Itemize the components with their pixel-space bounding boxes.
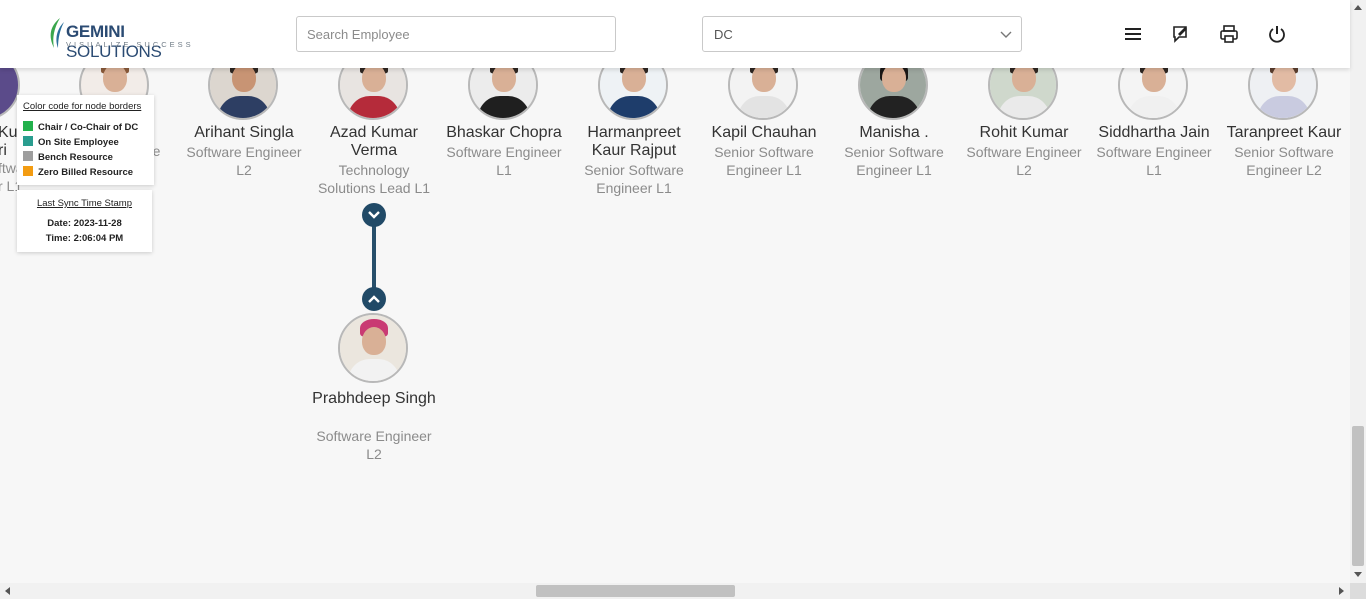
power-icon[interactable] — [1267, 24, 1287, 44]
sync-title: Last Sync Time Stamp — [36, 198, 133, 209]
node-name: Kapil Chauhan — [711, 124, 817, 141]
scroll-down-arrow-icon[interactable] — [1354, 572, 1362, 577]
search-employee-input[interactable] — [296, 16, 616, 52]
chevron-up-icon — [368, 295, 380, 303]
node-role: Senior Software Engineer L1 — [844, 144, 944, 178]
node-name: Bhaskar Chopra — [446, 124, 562, 141]
scroll-up-arrow-icon[interactable] — [1354, 5, 1362, 10]
node-role: Software Engineer L2 — [186, 144, 302, 178]
node-name: Siddhartha Jain — [1098, 124, 1210, 141]
legend-item-onsite: On Site Employee — [23, 136, 119, 148]
node-name: Arihant Singla — [194, 124, 294, 141]
node-taranpreet-kaur[interactable]: Taranpreet Kaur Senior Software Engineer… — [1219, 50, 1349, 190]
department-select-value: DC — [714, 27, 733, 42]
node-name: Manisha . — [859, 124, 929, 141]
sync-date: Date: 2023-11-28 — [47, 218, 122, 229]
scroll-left-arrow-icon[interactable] — [5, 587, 10, 595]
node-arihant-singla[interactable]: Arihant Singla Software Engineer L2 — [179, 50, 309, 190]
node-role: Software Engineer L2 — [966, 144, 1082, 178]
gray-swatch — [23, 151, 33, 161]
legend-item-bench: Bench Resource — [23, 151, 113, 163]
node-name: Rohit Kumar — [979, 124, 1069, 141]
last-sync-panel: Last Sync Time Stamp Date: 2023-11-28 Ti… — [17, 190, 152, 252]
chevron-down-icon — [1000, 31, 1012, 38]
collapse-toggle-button[interactable] — [362, 203, 386, 227]
feedback-icon[interactable] — [1171, 24, 1191, 44]
legend-item-chair: Chair / Co-Chair of DC — [23, 121, 138, 133]
node-prabhdeep-singh[interactable]: Prabhdeep Singh Software Engineer L2 — [309, 313, 439, 463]
node-rohit-kumar[interactable]: Rohit Kumar Software Engineer L2 — [959, 50, 1089, 190]
legend-title: Color code for node borders — [23, 101, 142, 112]
expand-toggle-button[interactable] — [362, 287, 386, 311]
color-legend-panel: Color code for node borders Chair / Co-C… — [17, 95, 154, 185]
vertical-scrollbar-thumb[interactable] — [1352, 426, 1364, 566]
app-header: GEMINI SOLUTIONS VISUALIZE SUCCESS DC — [0, 0, 1350, 68]
node-role: Technology Solutions Lead L1 — [317, 162, 431, 196]
node-role: Senior Software Engineer L2 — [1234, 144, 1334, 178]
node-role: Senior Software Engineer L1 — [714, 144, 814, 178]
node-name: Azad Kumar Verma — [329, 124, 419, 159]
green-swatch — [23, 121, 33, 131]
node-role: Software Engineer L1 — [446, 144, 562, 178]
chevron-down-icon — [368, 211, 380, 219]
avatar — [338, 313, 408, 383]
node-role: Software Engineer L1 — [1096, 144, 1212, 178]
print-icon[interactable] — [1219, 24, 1239, 44]
node-siddhartha-jain[interactable]: Siddhartha Jain Software Engineer L1 — [1089, 50, 1219, 190]
logo-leaf-icon — [50, 18, 64, 48]
node-role: Senior Software Engineer L1 — [584, 162, 684, 196]
horizontal-scrollbar-thumb[interactable] — [536, 585, 735, 597]
logo-tagline: VISUALIZE SUCCESS — [66, 40, 194, 49]
gemini-solutions-logo[interactable]: GEMINI SOLUTIONS VISUALIZE SUCCESS — [46, 16, 216, 61]
node-manisha[interactable]: Manisha . Senior Software Engineer L1 — [829, 50, 959, 190]
node-azad-kumar-verma[interactable]: Azad Kumar Verma Technology Solutions Le… — [309, 50, 439, 210]
node-name: Taranpreet Kaur — [1226, 124, 1342, 141]
scroll-right-arrow-icon[interactable] — [1339, 587, 1344, 595]
sync-time: Time: 2:06:04 PM — [45, 233, 124, 244]
scrollbar-corner — [1350, 583, 1366, 599]
node-name: Prabhdeep Singh — [312, 390, 436, 407]
node-role: Software Engineer L2 — [316, 428, 432, 462]
tree-connector-line — [372, 216, 376, 298]
menu-icon[interactable] — [1123, 24, 1143, 44]
node-name-partial-2: ri — [0, 142, 7, 159]
orange-swatch — [23, 166, 33, 176]
node-name: Harmanpreet Kaur Rajput — [587, 124, 681, 159]
department-select[interactable]: DC — [702, 16, 1022, 52]
legend-item-zero-billed: Zero Billed Resource — [23, 166, 133, 178]
teal-swatch — [23, 136, 33, 146]
node-harmanpreet-kaur-rajput[interactable]: Harmanpreet Kaur Rajput Senior Software … — [569, 50, 699, 210]
node-kapil-chauhan[interactable]: Kapil Chauhan Senior Software Engineer L… — [699, 50, 829, 190]
node-bhaskar-chopra[interactable]: Bhaskar Chopra Software Engineer L1 — [439, 50, 569, 190]
